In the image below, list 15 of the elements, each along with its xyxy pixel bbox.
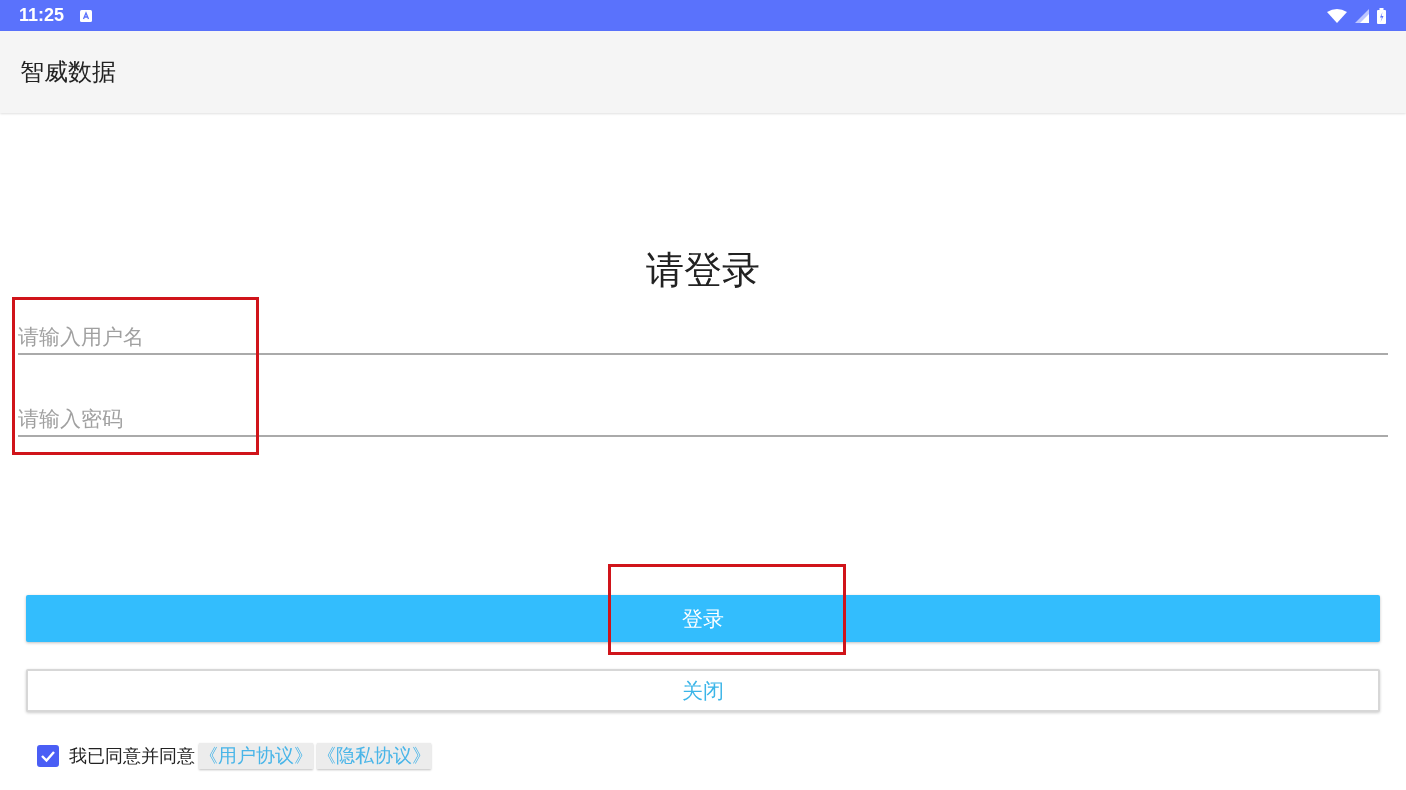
agreement-link[interactable]: 《用户协议》 — [199, 743, 313, 769]
close-button[interactable]: 关闭 — [26, 669, 1380, 712]
keyboard-icon — [80, 9, 93, 22]
input-field[interactable]: 请输入密码 — [18, 391, 1388, 437]
wifi-icon — [1327, 8, 1347, 23]
input-field[interactable]: 请输入用户名 — [18, 309, 1388, 355]
login-button[interactable]: 登录 — [26, 595, 1380, 642]
signal-icon — [1355, 8, 1369, 23]
agreement-text: 我已同意并同意 — [69, 744, 195, 768]
app-title: 智威数据 — [20, 57, 116, 88]
agreement-link[interactable]: 《隐私协议》 — [317, 743, 431, 769]
battery-icon — [1377, 7, 1386, 24]
agree-checkbox[interactable] — [37, 745, 59, 767]
login-heading: 请登录 — [645, 247, 761, 294]
status-time: 11:25 — [19, 5, 65, 26]
